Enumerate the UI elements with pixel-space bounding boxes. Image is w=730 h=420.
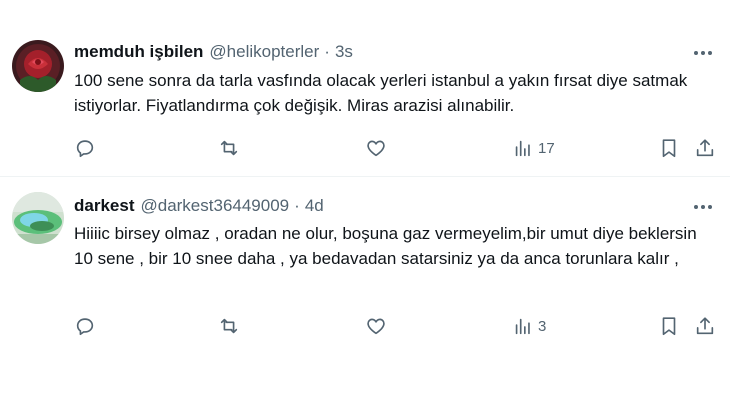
avatar[interactable]	[12, 40, 64, 92]
like-button[interactable]	[365, 135, 387, 161]
tweet-text: Hiiiic birsey olmaz , oradan ne olur, bo…	[74, 224, 697, 268]
tweet[interactable]: memduh işbilen @helikopterler · 3s 100 s…	[0, 0, 730, 177]
share-button[interactable]	[694, 313, 716, 339]
bookmark-icon	[662, 317, 676, 336]
timestamp[interactable]: 4d	[305, 196, 324, 216]
views-count: 3	[538, 317, 547, 335]
user-handle[interactable]: @darkest36449009	[140, 196, 289, 216]
display-name[interactable]: memduh işbilen	[74, 42, 203, 62]
separator: ·	[324, 42, 330, 61]
display-name[interactable]: darkest	[74, 196, 134, 216]
share-icon	[696, 317, 714, 335]
timestamp[interactable]: 3s	[335, 42, 353, 62]
reply-button[interactable]	[74, 313, 96, 339]
avatar[interactable]	[12, 192, 64, 244]
tweet-header: darkest @darkest36449009 · 4d	[74, 194, 324, 218]
user-handle[interactable]: @helikopterler	[209, 42, 319, 62]
like-button[interactable]	[365, 313, 387, 339]
heart-icon	[367, 318, 385, 335]
bookmark-button[interactable]	[658, 135, 680, 161]
reply-button[interactable]	[74, 135, 96, 161]
share-icon	[696, 139, 714, 157]
analytics-icon	[515, 140, 530, 157]
retweet-button[interactable]	[218, 313, 240, 339]
more-horizontal-icon[interactable]	[690, 42, 716, 64]
tweet-text: 100 sene sonra da tarla vasfında olacak …	[74, 71, 688, 115]
retweet-icon	[220, 318, 238, 334]
more-horizontal-icon[interactable]	[690, 196, 716, 218]
views-button[interactable]: 17	[512, 135, 555, 161]
bookmark-icon	[662, 139, 676, 158]
analytics-icon	[515, 318, 530, 335]
heart-icon	[367, 140, 385, 157]
retweet-icon	[220, 140, 238, 156]
tweet-header: memduh işbilen @helikopterler · 3s	[74, 40, 353, 64]
bookmark-button[interactable]	[658, 313, 680, 339]
share-button[interactable]	[694, 135, 716, 161]
separator: ·	[294, 196, 300, 215]
tweet[interactable]: darkest @darkest36449009 · 4d Hiiiic bir…	[0, 177, 730, 347]
retweet-button[interactable]	[218, 135, 240, 161]
tweet-actions: 3	[74, 313, 724, 339]
tweet-actions: 17	[74, 135, 724, 161]
reply-icon	[76, 140, 94, 158]
reply-icon	[76, 318, 94, 336]
views-button[interactable]: 3	[512, 313, 546, 339]
views-count: 17	[538, 139, 555, 157]
